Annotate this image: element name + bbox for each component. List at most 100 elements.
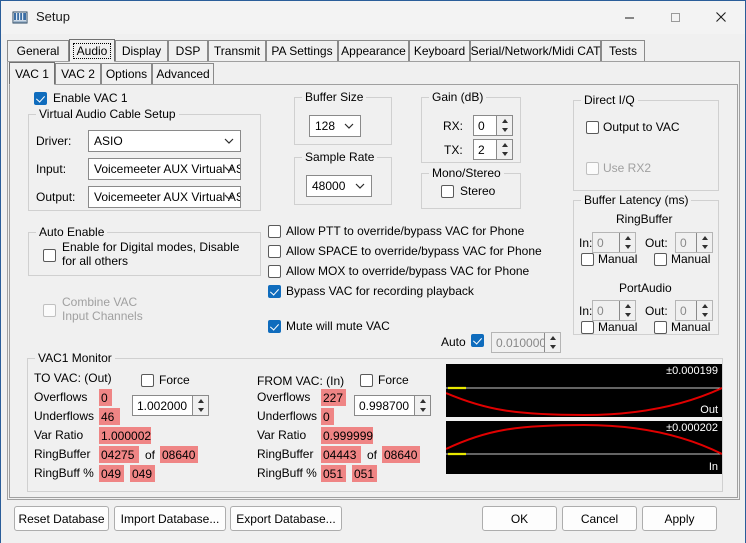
from-vac-force-label: Force [378,373,409,387]
to-vac-underflows-value: 46 [99,408,120,425]
auto-enable-label-line2: for all others [62,254,129,268]
subtab-vac-2[interactable]: VAC 2 [55,63,101,84]
ringbuffer-in-spinner[interactable]: 0 [592,232,636,253]
from-vac-ringbuffer-total: 08640 [382,446,420,463]
close-button[interactable] [698,1,744,33]
tab-display[interactable]: Display [115,40,168,61]
from-vac-force-checkbox[interactable] [360,374,373,387]
minimize-button[interactable] [606,1,652,33]
import-database-button[interactable]: Import Database... [114,506,226,531]
cancel-button[interactable]: Cancel [562,506,637,531]
maximize-button[interactable] [652,1,698,33]
allow-ptt-override-checkbox[interactable] [268,225,281,238]
bottom-button-bar: Reset Database Import Database... Export… [1,500,745,543]
output-combo[interactable]: Voicemeeter AUX Virtual ASI [88,186,241,208]
from-vac-ratio-spinner[interactable]: 0.998700 [354,395,431,416]
maximize-icon [670,12,680,22]
gain-rx-spinner[interactable]: 0 [473,115,513,136]
to-vac-force-checkbox[interactable] [141,374,154,387]
spin-down-icon[interactable] [697,311,712,321]
subtab-vac-1[interactable]: VAC 1 [9,62,55,85]
spin-down-icon[interactable] [620,243,635,253]
sample-rate-combo[interactable]: 48000 [306,175,372,197]
tab-appearance[interactable]: Appearance [338,40,409,61]
use-rx2-checkbox[interactable] [586,162,599,175]
output-to-vac-checkbox[interactable] [586,121,599,134]
from-vac-ringbuff-pct-label: RingBuff % [257,466,317,480]
tab-transmit[interactable]: Transmit [208,40,266,61]
gain-tx-spin-buttons[interactable] [496,140,512,159]
subtab-advanced[interactable]: Advanced [152,63,214,84]
output-to-vac-label: Output to VAC [603,120,680,134]
ringbuffer-out-spinner[interactable]: 0 [675,232,713,253]
portaudio-out-manual-checkbox[interactable] [654,321,667,334]
tab-general[interactable]: General [7,40,69,61]
from-vac-ratio-spin-buttons[interactable] [414,396,430,415]
ringbuffer-in-manual-checkbox[interactable] [581,253,594,266]
vac1-monitor-title: VAC1 Monitor [35,351,115,365]
spin-down-icon[interactable] [415,406,430,416]
combine-vac-checkbox[interactable] [43,304,56,317]
spin-down-icon[interactable] [545,343,560,353]
bypass-vac-recording-checkbox[interactable] [268,285,281,298]
to-vac-ringbuffer-value: 04275 [99,446,139,463]
auto-enable-checkbox[interactable] [43,249,56,262]
spin-down-icon[interactable] [620,311,635,321]
apply-button[interactable]: Apply [642,506,717,531]
spin-up-icon[interactable] [497,116,512,126]
combine-vac-label-line2: Input Channels [62,309,143,323]
mute-will-mute-vac-checkbox[interactable] [268,320,281,333]
ringbuffer-out-spin-buttons[interactable] [696,233,712,252]
spin-down-icon[interactable] [497,126,512,136]
spin-down-icon[interactable] [497,150,512,160]
export-database-button[interactable]: Export Database... [230,506,342,531]
spin-up-icon[interactable] [497,140,512,150]
from-vac-ringbuffer-label: RingBuffer [257,447,314,461]
buffer-size-combo[interactable]: 128 [309,115,361,137]
to-vac-ratio-spin-buttons[interactable] [192,396,208,415]
reset-database-button[interactable]: Reset Database [14,506,109,531]
spin-up-icon[interactable] [545,333,560,343]
portaudio-out-spin-buttons[interactable] [696,301,712,320]
spin-up-icon[interactable] [193,396,208,406]
portaudio-in-spin-buttons[interactable] [619,301,635,320]
ringbuffer-out-manual-checkbox[interactable] [654,253,667,266]
to-vac-ratio-spinner[interactable]: 1.002000 [132,395,209,416]
tab-audio[interactable]: Audio [69,39,115,62]
auto-enable-title: Auto Enable [36,225,108,239]
tab-tests[interactable]: Tests [601,40,645,61]
spin-up-icon[interactable] [415,396,430,406]
portaudio-out-spinner[interactable]: 0 [675,300,713,321]
use-rx2-label: Use RX2 [603,161,652,175]
stereo-checkbox[interactable] [441,185,454,198]
main-tab-strip: General Audio Display DSP Transmit PA Se… [7,39,740,62]
auto-checkbox[interactable] [471,334,484,347]
input-combo[interactable]: Voicemeeter AUX Virtual ASI [88,158,241,180]
portaudio-in-spinner[interactable]: 0 [592,300,636,321]
window-title: Setup [36,9,70,24]
portaudio-in-manual-checkbox[interactable] [581,321,594,334]
spin-up-icon[interactable] [620,233,635,243]
spin-up-icon[interactable] [620,301,635,311]
subtab-options[interactable]: Options [101,63,152,84]
allow-space-override-checkbox[interactable] [268,245,281,258]
allow-mox-override-checkbox[interactable] [268,265,281,278]
tab-serial-network-midi-cat[interactable]: Serial/Network/Midi CAT [470,40,601,61]
tab-keyboard[interactable]: Keyboard [409,40,470,61]
spin-up-icon[interactable] [697,233,712,243]
driver-combo[interactable]: ASIO [88,130,241,152]
ringbuffer-in-manual-label: Manual [598,252,638,266]
tab-pa-settings[interactable]: PA Settings [266,40,338,61]
ringbuffer-in-spin-buttons[interactable] [619,233,635,252]
ok-button[interactable]: OK [482,506,557,531]
enable-vac1-checkbox[interactable] [34,92,47,105]
auto-value-spin-buttons[interactable] [544,333,560,352]
tab-dsp[interactable]: DSP [168,40,208,61]
gain-tx-spinner[interactable]: 2 [473,139,513,160]
spin-down-icon[interactable] [193,406,208,416]
gain-rx-spin-buttons[interactable] [496,116,512,135]
stereo-label: Stereo [460,184,496,198]
spin-down-icon[interactable] [697,243,712,253]
spin-up-icon[interactable] [697,301,712,311]
auto-value-spinner[interactable]: 0.010000 [491,332,561,353]
